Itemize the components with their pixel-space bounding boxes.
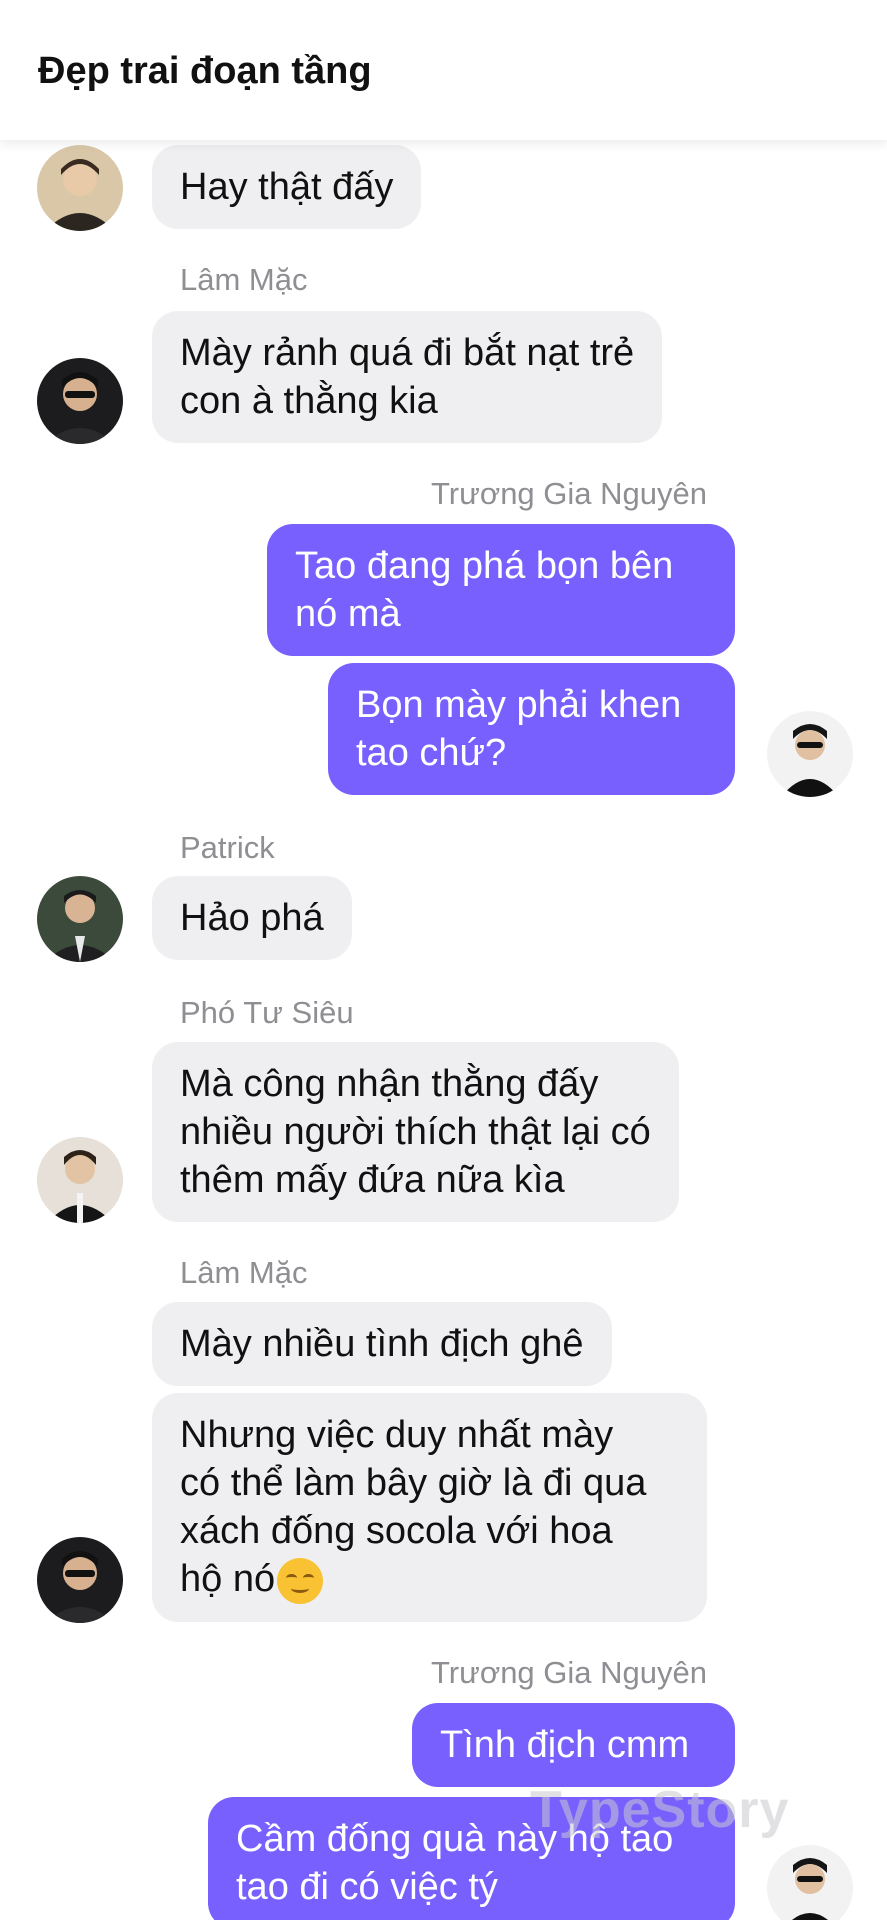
message-bubble[interactable]: Tình địch cmm	[412, 1703, 735, 1787]
avatar[interactable]	[767, 1845, 853, 1920]
message-line: nhiều người thích thật lại có	[180, 1111, 651, 1153]
message-line: hộ nó	[180, 1555, 679, 1604]
message-line: Nhưng việc duy nhất mày	[180, 1414, 614, 1456]
sender-name: Lâm Mặc	[180, 262, 308, 297]
message-text: hộ nó	[180, 1558, 276, 1600]
avatar[interactable]	[37, 358, 123, 444]
avatar[interactable]	[37, 1537, 123, 1623]
sender-name: Lâm Mặc	[180, 1255, 308, 1290]
message-line: Mày rảnh quá đi bắt nạt trẻ	[180, 332, 635, 374]
message-bubble[interactable]: Tao đang phá bọn bên nó mà	[267, 524, 735, 656]
message-line: Mà công nhận thằng đấy	[180, 1063, 599, 1105]
message-line: con à thằng kia	[180, 380, 438, 422]
message-bubble[interactable]: Bọn mày phải khen tao chứ?	[328, 663, 735, 795]
message-bubble[interactable]: Mày nhiều tình địch ghê	[152, 1302, 612, 1386]
message-bubble[interactable]: Mà công nhận thằng đấy nhiều người thích…	[152, 1042, 679, 1222]
message-line: thêm mấy đứa nữa kìa	[180, 1159, 565, 1201]
message-list[interactable]: Hay thật đấy Lâm Mặc Mày rảnh quá đi bắt…	[0, 140, 887, 1920]
chat-title[interactable]: Đẹp trai đoạn tầng	[38, 50, 372, 93]
message-bubble[interactable]: Hay thật đấy	[152, 145, 422, 229]
message-bubble[interactable]: Mày rảnh quá đi bắt nạt trẻ con à thằng …	[152, 311, 663, 443]
message-bubble[interactable]: Nhưng việc duy nhất mày có thể làm bây g…	[152, 1393, 707, 1622]
message-line: xách đống socola với hoa	[180, 1510, 613, 1552]
message-line: tao chứ?	[356, 732, 507, 774]
message-line: tao đi có việc tý	[236, 1866, 498, 1908]
relieved-face-emoji-icon	[277, 1557, 324, 1604]
avatar[interactable]	[37, 1137, 123, 1223]
watermark: TypeStory	[530, 1781, 790, 1839]
message-line: nó mà	[295, 593, 401, 635]
avatar[interactable]	[37, 145, 123, 231]
message-bubble[interactable]: Hảo phá	[152, 876, 352, 960]
message-line: Bọn mày phải khen	[356, 684, 682, 726]
message-text: Mày nhiều tình địch ghê	[180, 1323, 584, 1365]
message-text: Tình địch cmm	[440, 1724, 690, 1766]
sender-name: Patrick	[180, 830, 275, 865]
sender-name: Trương Gia Nguyên	[431, 476, 707, 511]
message-line: có thể làm bây giờ là đi qua	[180, 1462, 647, 1504]
sender-name: Trương Gia Nguyên	[431, 1655, 707, 1690]
message-line: Tao đang phá bọn bên	[295, 545, 674, 587]
chat-header: Đẹp trai đoạn tầng	[0, 0, 887, 140]
sender-name: Phó Tư Siêu	[180, 995, 354, 1030]
message-text: Hay thật đấy	[180, 166, 394, 208]
message-text: Hảo phá	[180, 897, 324, 939]
avatar[interactable]	[37, 876, 123, 962]
avatar[interactable]	[767, 711, 853, 797]
